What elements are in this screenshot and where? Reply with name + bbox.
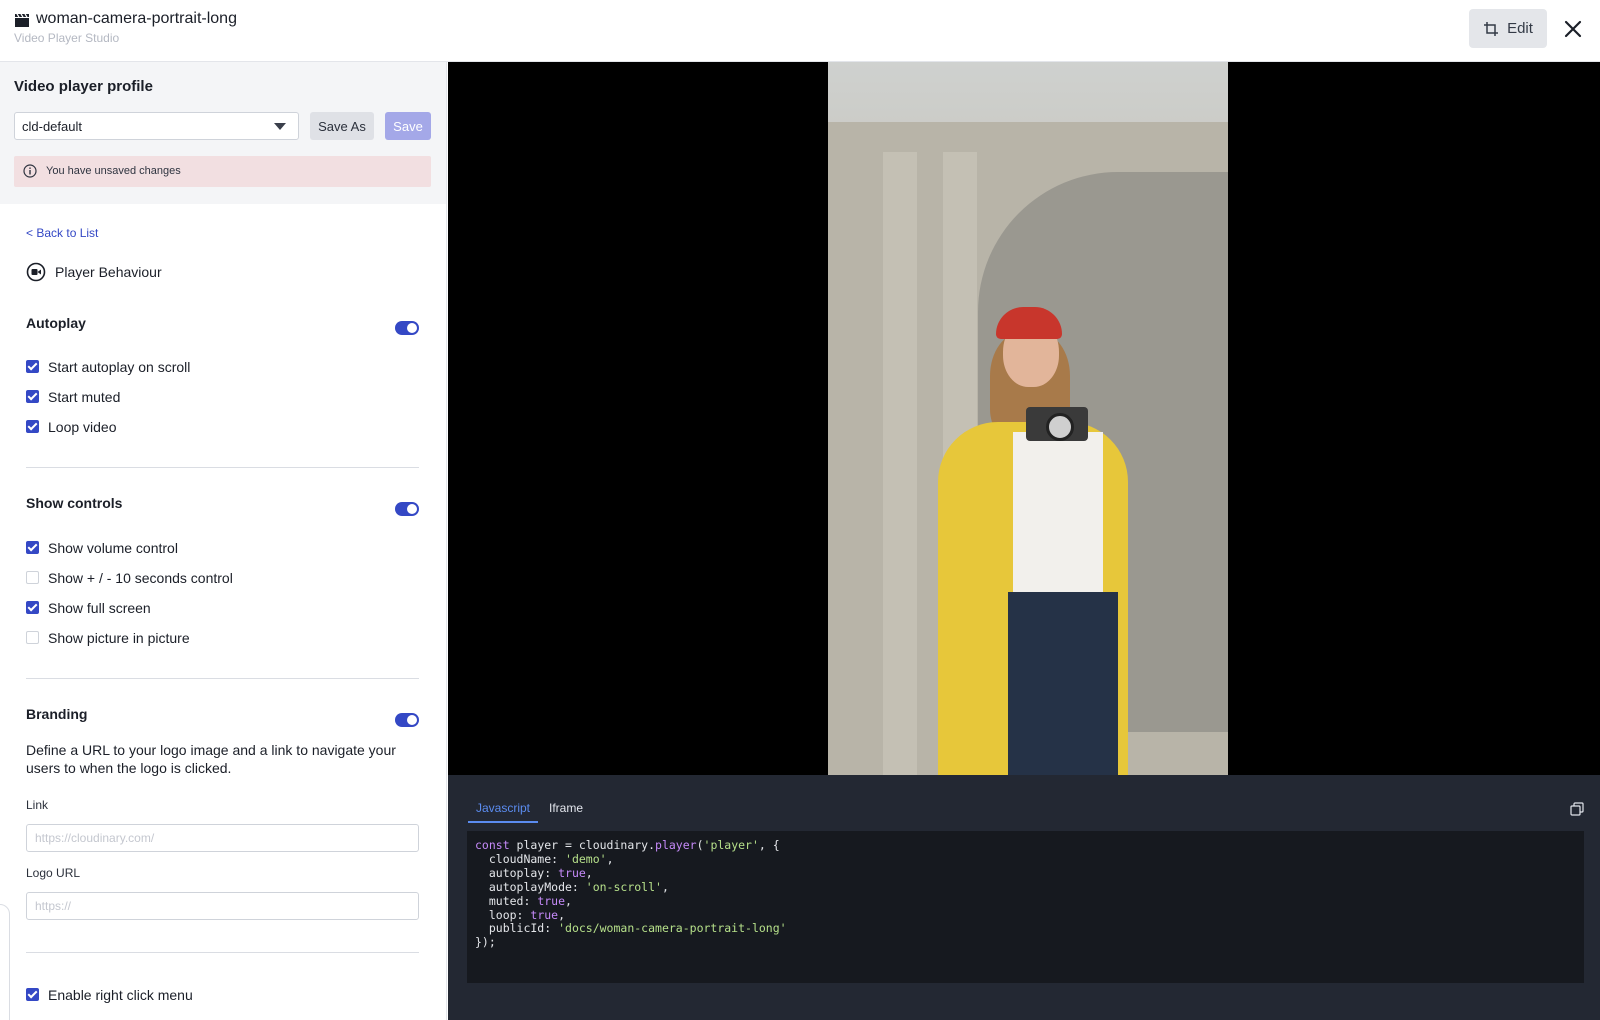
video-camera-icon — [26, 262, 46, 282]
checkbox-label: Loop video — [48, 419, 117, 435]
checkbox-autoplay-on-scroll[interactable]: Start autoplay on scroll — [26, 359, 190, 375]
video-preview[interactable] — [448, 62, 1600, 775]
link-input[interactable] — [26, 824, 419, 852]
code-key: autoplayMode: — [475, 879, 586, 894]
code-text: }); — [475, 935, 496, 950]
code-key: loop: — [475, 907, 531, 922]
code-key: cloudName: — [475, 851, 566, 866]
branding-description: Define a URL to your logo image and a li… — [26, 742, 396, 776]
camera-icon — [1026, 407, 1088, 441]
code-line: publicId: 'docs/woman-camera-portrait-lo… — [475, 921, 787, 935]
edit-button-label: Edit — [1507, 20, 1533, 37]
controls-title: Show controls — [26, 495, 123, 511]
panel-resize-handle[interactable] — [0, 904, 10, 1020]
video-frame — [828, 62, 1228, 775]
edit-button[interactable]: Edit — [1469, 9, 1547, 48]
code-string: 'player' — [703, 838, 759, 852]
code-string: 'on-scroll' — [585, 879, 662, 894]
divider — [26, 952, 419, 953]
branding-title: Branding — [26, 706, 88, 722]
checkbox-picture-in-picture[interactable]: Show picture in picture — [26, 630, 190, 646]
save-as-button[interactable]: Save As — [310, 112, 374, 140]
profile-select-value: cld-default — [22, 119, 82, 134]
checkbox-full-screen[interactable]: Show full screen — [26, 600, 151, 616]
checkbox-unchecked[interactable] — [26, 571, 39, 584]
profile-section: Video player profile cld-default Save As… — [0, 62, 446, 204]
back-to-list-link[interactable]: < Back to List — [26, 226, 98, 240]
code-key: autoplay: — [475, 865, 559, 880]
code-key: publicId: — [475, 921, 559, 936]
checkbox-label: Show full screen — [48, 600, 151, 616]
autoplay-title: Autoplay — [26, 315, 86, 331]
code-function: player — [655, 838, 697, 852]
checkbox-label: Start muted — [48, 389, 121, 405]
tab-javascript[interactable]: Javascript — [468, 801, 539, 823]
profile-select[interactable]: cld-default — [14, 112, 299, 140]
profile-heading: Video player profile — [14, 78, 153, 95]
code-text: ( — [696, 838, 704, 852]
unsaved-banner: You have unsaved changes — [14, 156, 431, 187]
code-line: autoplay: true, — [475, 865, 593, 880]
edit-crop-icon — [1484, 21, 1499, 36]
checkbox-checked[interactable] — [26, 541, 39, 554]
checkbox-checked[interactable] — [26, 601, 39, 614]
checkbox-loop-video[interactable]: Loop video — [26, 419, 117, 435]
save-button[interactable]: Save — [385, 112, 431, 140]
checkbox-seek-control[interactable]: Show + / - 10 seconds control — [26, 570, 233, 586]
app-subtitle: Video Player Studio — [14, 31, 120, 45]
code-text: player = cloudinary. — [509, 838, 656, 852]
code-snippet[interactable]: const player = cloudinary.player('player… — [467, 831, 1584, 983]
video-pillar — [883, 152, 917, 775]
tab-iframe[interactable]: Iframe — [549, 801, 583, 821]
close-icon[interactable] — [1562, 18, 1584, 40]
checkbox-label: Enable right click menu — [48, 987, 193, 1003]
checkbox-checked[interactable] — [26, 988, 39, 1001]
checkbox-label: Start autoplay on scroll — [48, 359, 191, 375]
app-header: woman-camera-portrait-long Video Player … — [0, 0, 1600, 62]
copy-icon[interactable] — [1570, 802, 1584, 816]
video-person-shirt — [1013, 432, 1103, 602]
page-title: woman-camera-portrait-long — [36, 10, 237, 27]
checkbox-checked[interactable] — [26, 390, 39, 403]
section-label: Player Behaviour — [55, 264, 162, 280]
checkbox-volume-control[interactable]: Show volume control — [26, 540, 178, 556]
controls-toggle[interactable] — [395, 502, 419, 516]
divider — [26, 467, 419, 468]
logo-url-label: Logo URL — [26, 866, 81, 880]
code-line: loop: true, — [475, 907, 566, 922]
checkbox-unchecked[interactable] — [26, 631, 39, 644]
video-person-jeans — [1008, 592, 1118, 775]
code-props: cloudName: 'demo', autoplay: true, autop… — [475, 852, 787, 936]
code-string: 'demo' — [565, 851, 607, 866]
info-icon — [23, 164, 37, 178]
checkbox-label: Show volume control — [48, 540, 178, 556]
unsaved-text: You have unsaved changes — [46, 165, 181, 177]
code-key: muted: — [475, 893, 538, 908]
checkbox-checked[interactable] — [26, 360, 39, 373]
autoplay-toggle[interactable] — [395, 321, 419, 335]
code-text: , { — [758, 838, 780, 852]
code-line: cloudName: 'demo', — [475, 851, 614, 866]
branding-toggle[interactable] — [395, 713, 419, 727]
settings-panel: Video player profile cld-default Save As… — [0, 62, 447, 1020]
code-string: 'docs/woman-camera-portrait-long' — [558, 921, 787, 936]
checkbox-start-muted[interactable]: Start muted — [26, 389, 120, 405]
code-keyword: true — [558, 865, 586, 880]
code-keyword: true — [530, 907, 559, 922]
code-line: muted: true, — [475, 893, 572, 908]
link-label: Link — [26, 798, 49, 812]
checkbox-right-click-menu[interactable]: Enable right click menu — [26, 987, 193, 1003]
code-panel: Javascript Iframe const player = cloudin… — [448, 775, 1600, 1020]
code-line: autoplayMode: 'on-scroll', — [475, 879, 669, 894]
code-keyword: const — [475, 838, 510, 852]
logo-url-input[interactable] — [26, 892, 419, 920]
section-player-behaviour: Player Behaviour — [26, 262, 162, 282]
checkbox-label: Show picture in picture — [48, 630, 190, 646]
checkbox-label: Show + / - 10 seconds control — [48, 570, 233, 586]
code-keyword: true — [537, 893, 566, 908]
clapperboard-icon — [15, 13, 29, 27]
divider — [26, 678, 419, 679]
checkbox-checked[interactable] — [26, 420, 39, 433]
chevron-down-icon — [274, 123, 286, 130]
